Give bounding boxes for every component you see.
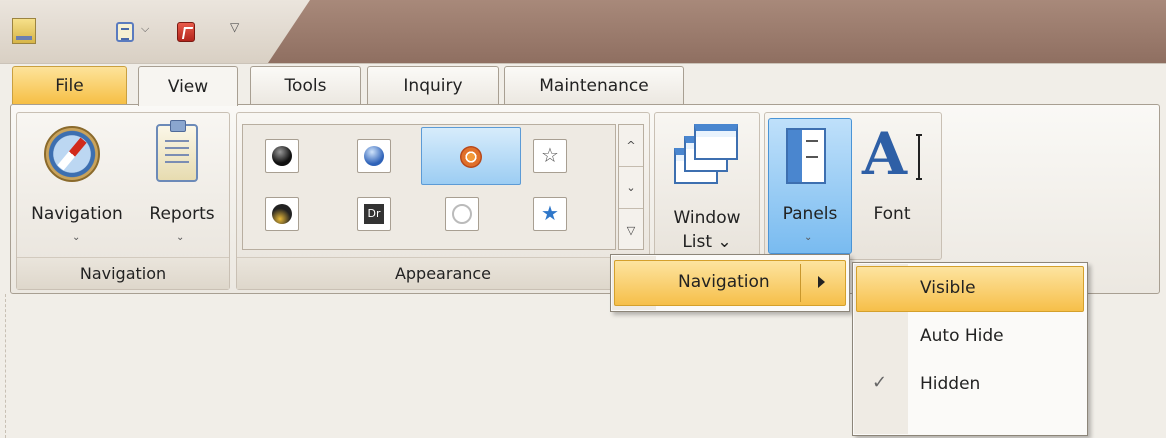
gold-orb-icon[interactable] [265,197,299,231]
tab-view[interactable]: View [138,66,238,106]
qat-dropdown-icon[interactable]: ⌵ [141,22,149,36]
clipboard-icon[interactable] [116,22,134,42]
gallery-scroll-up[interactable]: ^ [619,125,643,167]
window-list-label-line1: Window [673,208,741,228]
quick-access-toolbar [0,0,310,63]
panels-dropdown-icon[interactable]: ⌄ [804,232,812,243]
appearance-group-caption: Appearance [237,257,649,289]
orange-swirl-icon[interactable] [421,127,521,185]
dr-icon-text: Dr [364,204,384,224]
text-cursor-icon [916,134,922,180]
menu-item-navigation-label: Navigation [678,272,770,292]
cloud-outline-icon[interactable] [445,197,479,231]
gallery-scrollbar[interactable]: ^ ⌄ ▽ [618,124,644,250]
tab-maintenance[interactable]: Maintenance [504,66,684,104]
black-orb-icon[interactable] [265,139,299,173]
reports-button-label[interactable]: Reports [140,204,224,224]
gallery-scroll-down[interactable]: ⌄ [619,167,643,209]
skin-gallery: ☆ Dr ★ [242,124,616,250]
navigation-dropdown-icon[interactable]: ⌄ [72,232,80,243]
dock-edge [0,294,6,438]
compass-icon[interactable] [44,126,100,182]
window-pane-icon [694,124,738,160]
dr-icon[interactable]: Dr [357,197,391,231]
acrobat-icon[interactable] [177,22,195,42]
font-icon[interactable]: A [862,120,907,188]
tab-inquiry[interactable]: Inquiry [367,66,499,104]
window-list-label-line2: List ⌄ [682,232,732,252]
customize-qat-icon[interactable]: ▽ [230,20,239,34]
star-outline-icon[interactable]: ☆ [533,139,567,173]
tab-tools[interactable]: Tools [250,66,361,104]
panels-button-label[interactable]: Panels [768,204,852,224]
tab-file[interactable]: File [12,66,127,104]
gallery-expand[interactable]: ▽ [619,209,643,251]
font-button-label[interactable]: Font [862,204,922,224]
menu-item-separator [800,264,801,302]
clipboard-report-icon[interactable] [156,120,198,182]
menu-item-auto-hide[interactable]: Auto Hide [920,326,1004,346]
blue-star-icon[interactable]: ★ [533,197,567,231]
navigation-button-label[interactable]: Navigation [22,204,132,224]
blue-orb-icon[interactable] [357,139,391,173]
window-list-button-label[interactable]: Window List ⌄ [664,206,750,254]
panels-icon [786,128,826,184]
window-list-icon[interactable] [674,124,738,186]
app-logo-icon[interactable] [12,18,36,44]
menu-item-visible-label[interactable]: Visible [920,278,976,298]
menu-item-hidden[interactable]: Hidden [920,374,980,394]
checkmark-icon: ✓ [872,372,888,393]
reports-dropdown-icon[interactable]: ⌄ [176,232,184,243]
submenu-arrow-icon [818,276,825,288]
navigation-group-caption: Navigation [17,257,229,289]
